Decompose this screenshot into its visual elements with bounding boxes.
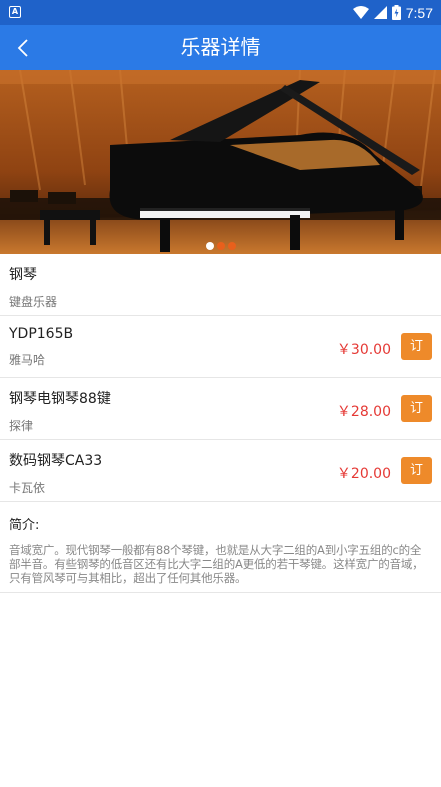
carousel-dot[interactable] [205,242,214,250]
battery-charging-icon [391,5,401,20]
intro-title: 简介: [9,518,40,533]
banner-image [0,70,441,254]
app-bar: 乐器详情 [0,25,441,70]
signal-icon [373,6,387,19]
detail-content: 钢琴 键盘乐器 YDP165B 雅马哈 ￥30.00 订 钢琴电钢琴88键 探律… [0,254,441,593]
intro-section: 简介: 音域宽广。现代钢琴一般都有88个琴键，也就是从大字二组的A到小字五组的c… [0,502,441,593]
instrument-name: 钢琴 [9,267,37,283]
status-indicators: 7:57 [352,0,433,25]
back-button[interactable] [6,25,40,70]
wifi-icon [352,6,369,19]
back-chevron-icon [17,38,28,57]
carousel-dot[interactable] [227,242,236,250]
product-price: ￥28.00 [336,404,391,420]
page-title: 乐器详情 [180,35,261,59]
status-time: 7:57 [405,4,433,21]
order-button[interactable]: 订 [401,457,432,484]
product-row: YDP165B 雅马哈 ￥30.00 订 [0,316,441,378]
banner-carousel[interactable] [0,70,441,254]
instrument-header: 钢琴 键盘乐器 [0,254,441,316]
product-row: 数码钢琴CA33 卡瓦依 ￥20.00 订 [0,440,441,502]
product-price: ￥20.00 [336,466,391,482]
product-row: 钢琴电钢琴88键 探律 ￥28.00 订 [0,378,441,440]
instrument-category: 键盘乐器 [9,295,58,309]
status-bar: A 7:57 [0,0,441,25]
order-button[interactable]: 订 [401,333,432,360]
carousel-dot[interactable] [216,242,225,250]
product-price: ￥30.00 [336,342,391,358]
app-notification-icon: A [9,6,21,18]
order-button[interactable]: 订 [401,395,432,422]
carousel-indicators [0,242,441,250]
intro-text: 音域宽广。现代钢琴一般都有88个琴键，也就是从大字二组的A到小字五组的c的全部半… [9,543,424,585]
